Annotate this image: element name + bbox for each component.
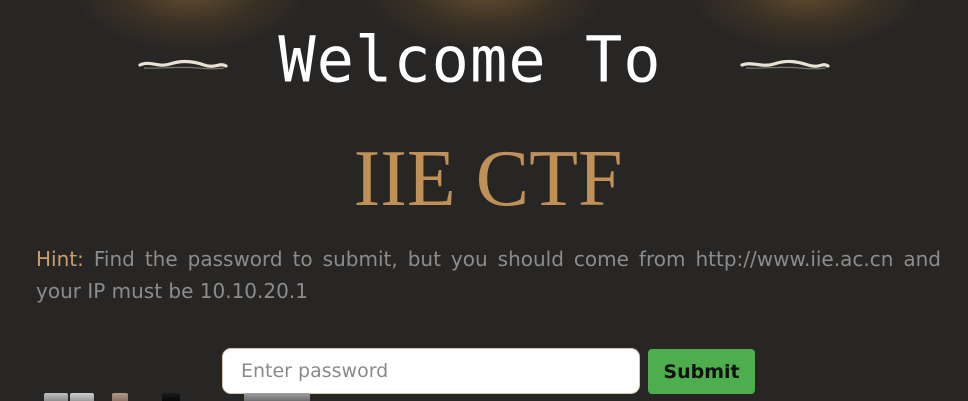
hint-text: Find the password to submit, but you sho… <box>36 247 941 303</box>
page: Welcome To IIE CTF Hint: Find the passwo… <box>0 0 968 401</box>
password-input[interactable] <box>222 348 640 394</box>
submit-button[interactable]: Submit <box>648 349 755 394</box>
thumbnail-image <box>44 393 68 401</box>
brand-title: IIE CTF <box>353 135 623 223</box>
right-flourish-decoration <box>740 59 830 70</box>
thumbnail-image <box>162 393 180 401</box>
thumbnail-image <box>70 393 94 401</box>
thumbnail-image <box>244 393 310 401</box>
hint-paragraph: Hint: Find the password to submit, but y… <box>36 243 941 307</box>
thumbnail-image <box>112 393 128 401</box>
hint-label: Hint: <box>36 247 84 271</box>
